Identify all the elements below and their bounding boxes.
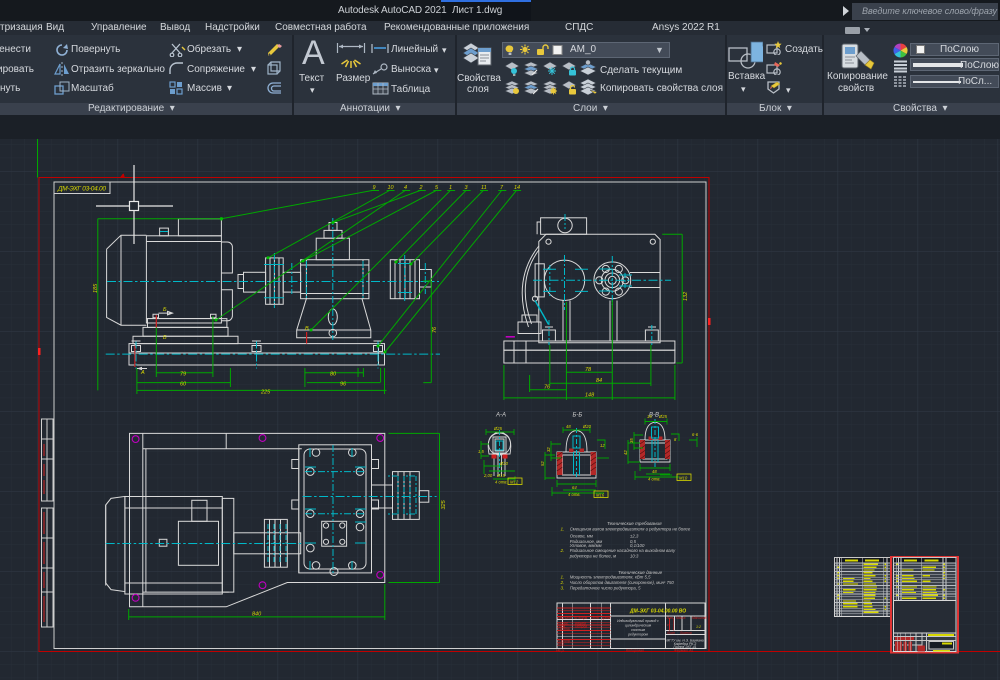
svg-text:Б: Б [163, 307, 167, 313]
svg-text:0,1/100: 0,1/100 [630, 543, 645, 548]
svg-text:Передаточное число редуктора,: Передаточное число редуктора, 5 [570, 585, 641, 590]
svg-text:4 отв.: 4 отв. [568, 492, 581, 497]
svg-text:ДМ-ЭХГ 03-04.00: ДМ-ЭХГ 03-04.00 [57, 186, 106, 193]
svg-text:Лист: Лист [563, 616, 573, 620]
svg-text:В: В [305, 326, 309, 332]
svg-text:Дата: Дата [601, 616, 611, 620]
svg-text:Ø20: Ø20 [582, 424, 592, 429]
svg-text:Подп.: Подп. [591, 616, 600, 620]
svg-text:Не р.: Не р. [556, 648, 565, 652]
svg-text:Ø25: Ø25 [658, 414, 668, 419]
svg-text:1.: 1. [561, 575, 565, 580]
svg-text:148: 148 [585, 393, 595, 399]
svg-text:Петров: Петров [575, 624, 587, 628]
svg-text:Формат А1: Формат А1 [674, 648, 694, 652]
svg-text:Копировал: Копировал [626, 648, 644, 652]
svg-text:80: 80 [330, 372, 337, 378]
svg-text:цилиндрическим: цилиндрическим [625, 624, 652, 628]
svg-text:35: 35 [629, 438, 634, 443]
svg-text:Мощность электродвигателя, кВт: Мощность электродвигателя, кВт 5,5 [570, 575, 651, 580]
svg-text:Лит.: Лит. [666, 616, 675, 620]
svg-text:Утв.: Утв. [558, 642, 565, 646]
svg-text:3.: 3. [561, 585, 565, 590]
svg-text:32: 32 [546, 447, 551, 452]
svg-text:Число оборотов двигателя (синх: Число оборотов двигателя (синхронное), м… [570, 580, 675, 585]
svg-text:Индивидуальный привод с: Индивидуальный привод с [617, 619, 659, 623]
svg-text:соосным: соосным [631, 628, 646, 632]
svg-text:79: 79 [180, 372, 186, 378]
svg-text:Т.контр.: Т.контр. [558, 627, 571, 631]
svg-text:Ø20: Ø20 [499, 461, 509, 466]
svg-text:1:2: 1:2 [696, 625, 701, 629]
svg-text:Б: Б [163, 335, 167, 341]
svg-text:42: 42 [623, 450, 628, 455]
svg-text:А: А [140, 370, 145, 376]
svg-text:Ø15: Ø15 [496, 473, 506, 478]
svg-text:№ докум.: № докум. [574, 616, 588, 620]
svg-text:325: 325 [441, 499, 447, 509]
svg-text:М12: М12 [510, 480, 519, 485]
svg-text:64: 64 [572, 485, 577, 490]
svg-text:11: 11 [481, 185, 487, 191]
svg-text:Осевое, мм: Осевое, мм [570, 534, 593, 539]
svg-text:12: 12 [600, 443, 605, 448]
svg-text:60: 60 [180, 382, 187, 388]
svg-text:±2,3: ±2,3 [630, 534, 639, 539]
svg-text:9: 9 [373, 185, 376, 191]
svg-text:Б-Б: Б-Б [573, 413, 583, 419]
svg-text:редуктором: редуктором [627, 633, 648, 637]
svg-text:1.: 1. [561, 527, 565, 532]
svg-text:1: 1 [449, 185, 452, 191]
svg-text:М10: М10 [679, 476, 688, 481]
svg-text:6-6: 6-6 [692, 432, 699, 437]
svg-text:14: 14 [514, 185, 520, 191]
svg-text:132: 132 [683, 292, 689, 301]
svg-text:76: 76 [544, 384, 551, 390]
svg-text:52: 52 [540, 461, 545, 466]
svg-text:Радиальное смещение насадного: Радиальное смещение насадного на выходно… [570, 548, 676, 553]
svg-text:2: 2 [419, 185, 423, 191]
svg-text:48: 48 [566, 424, 571, 429]
svg-text:225: 225 [260, 390, 271, 396]
svg-text:78: 78 [585, 367, 592, 373]
svg-text:Ø25: Ø25 [493, 426, 503, 431]
svg-text:Смещения валов электродвигател: Смещения валов электродвигателя и редукт… [570, 527, 691, 532]
svg-text:2.: 2. [560, 548, 565, 553]
svg-text:76: 76 [432, 326, 438, 333]
svg-text:4: 4 [404, 185, 407, 191]
svg-text:48: 48 [652, 469, 657, 474]
svg-text:840: 840 [252, 611, 262, 617]
svg-text:2.: 2. [560, 580, 565, 585]
svg-text:4 отв.: 4 отв. [495, 480, 508, 485]
svg-text:10:3: 10:3 [630, 554, 639, 559]
svg-text:1,5: 1,5 [478, 449, 484, 454]
svg-text:10: 10 [388, 185, 395, 191]
svg-text:Масса: Масса [676, 616, 686, 620]
svg-text:Лист: Лист [666, 631, 676, 635]
svg-text:ДМ-ЭХГ 03-04.00.00 ВО: ДМ-ЭХГ 03-04.00.00 ВО [629, 608, 686, 614]
svg-text:4 отв.: 4 отв. [648, 477, 661, 482]
svg-text:Угловое, мм/мм: Угловое, мм/мм [570, 543, 602, 548]
svg-text:2,00: 2,00 [483, 473, 493, 478]
svg-text:16: 16 [647, 414, 652, 419]
svg-text:96: 96 [340, 382, 347, 388]
svg-text:185: 185 [93, 283, 99, 293]
svg-text:Листов: Листов [679, 631, 692, 635]
svg-text:М16: М16 [596, 493, 605, 498]
svg-text:Масштаб: Масштаб [692, 616, 707, 620]
svg-text:А-А: А-А [495, 413, 506, 419]
svg-text:редуктора не более, м: редуктора не более, м [569, 554, 616, 559]
svg-text:84: 84 [596, 378, 602, 384]
svg-text:Технические требования: Технические требования [607, 521, 662, 526]
